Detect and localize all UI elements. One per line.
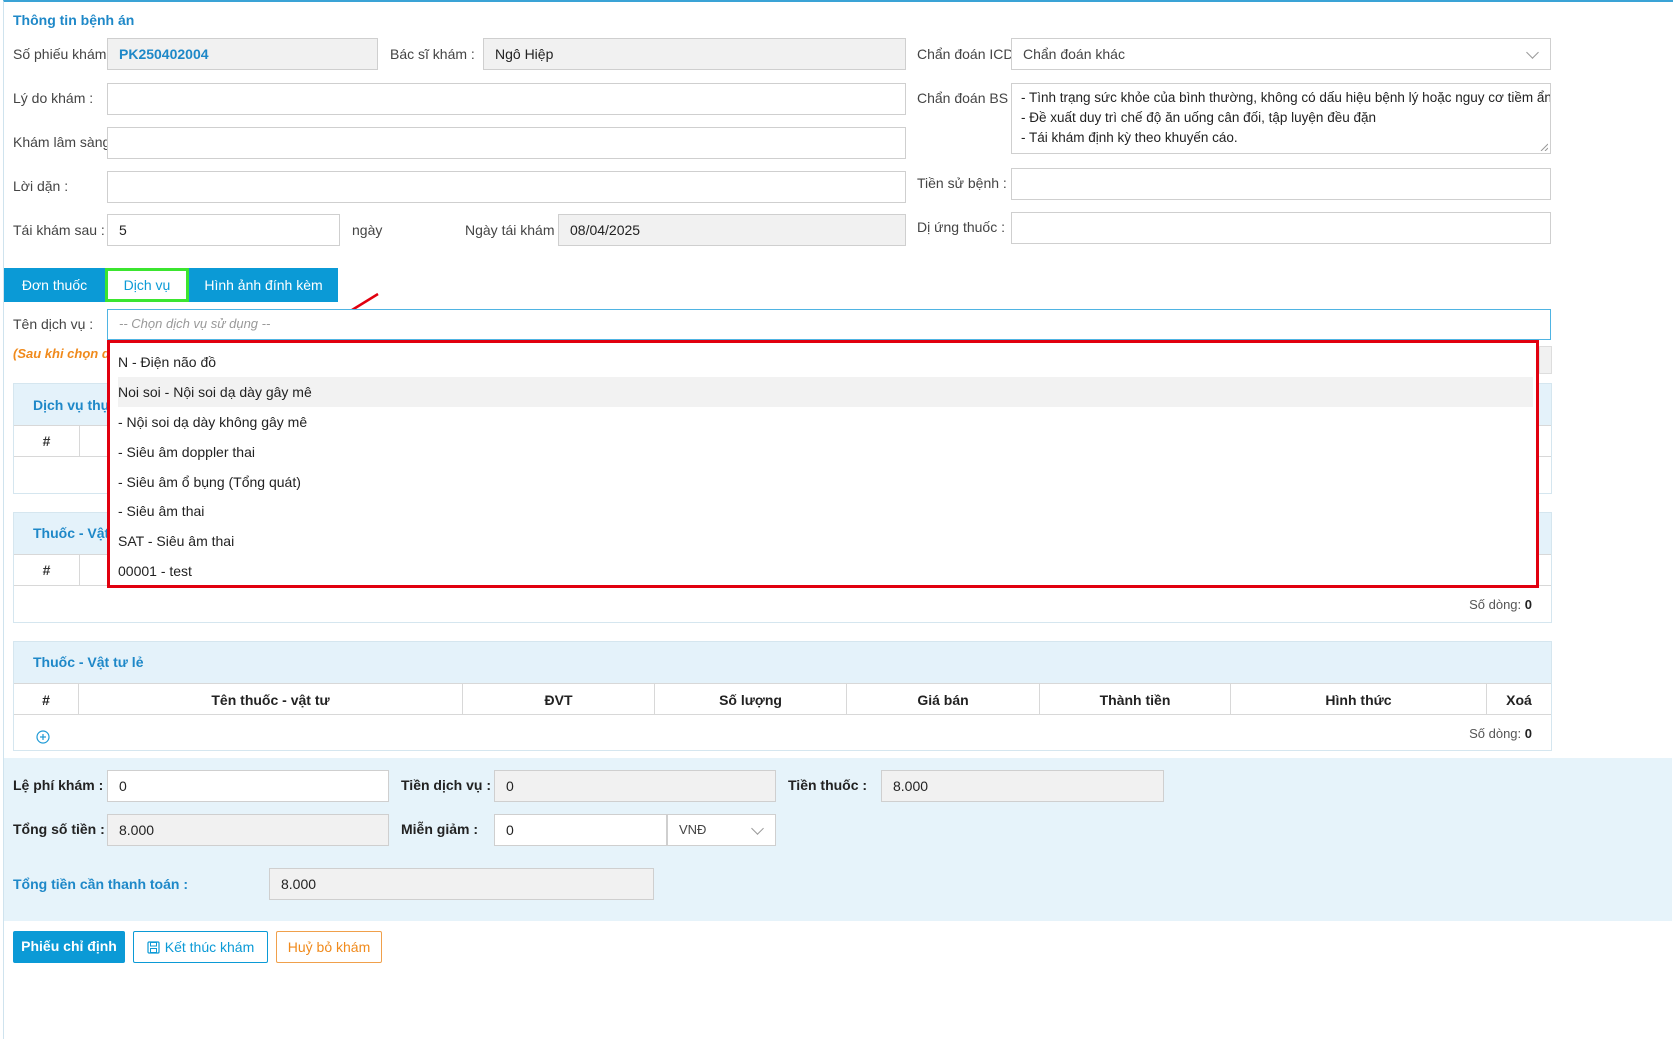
tien-su-label: Tiền sử bệnh : [917,175,1007,191]
col-gia-ban: Giá bán [847,684,1040,714]
tien-dv-field[interactable]: 0 [494,770,776,802]
ket-thuc-label: Kết thúc khám [164,939,255,955]
mien-giam-input[interactable]: 0 [494,814,667,846]
so-phieu-field[interactable]: PK250402004 [107,38,378,70]
tai-kham-label: Tái khám sau : [13,222,105,238]
service-search-input[interactable]: -- Chọn dịch vụ sử dụng -- [107,309,1551,340]
thuoc-vattu-panel-title: Thuốc - Vật [33,525,110,541]
resize-handle-icon[interactable] [1540,143,1548,151]
ngay-tai-kham-label: Ngày tái khám : [465,222,563,238]
currency-value: VNĐ [679,822,707,837]
ngay-tai-kham-field[interactable]: 08/04/2025 [558,214,906,246]
col-so-luong: Số lượng [655,684,847,714]
service-option[interactable]: SAT - Siêu âm thai [118,526,1533,556]
chan-doan-icd-select[interactable]: Chẩn đoán khác [1011,38,1551,70]
di-ung-input[interactable] [1011,212,1551,244]
thuoc-vattu-row-count: Số dòng: 0 [1469,597,1532,612]
so-dong-label: Số dòng: [1469,597,1522,612]
service-option[interactable]: - Siêu âm doppler thai [118,437,1533,467]
chan-doan-bs-label: Chẩn đoán BS : [917,90,1016,106]
di-ung-label: Dị ứng thuốc : [917,219,1005,235]
thuoc-le-grid-head: # Tên thuốc - vật tư ĐVT Số lượng Giá bá… [14,683,1551,715]
service-option[interactable]: - Nội soi dạ dày không gây mê [118,407,1533,437]
bac-si-field[interactable]: Ngô Hiệp [483,38,906,70]
service-label: Tên dịch vụ : [13,316,94,332]
add-row-icon[interactable] [36,730,50,744]
service-option[interactable]: 00001 - test [118,556,1533,586]
service-option[interactable]: - Siêu âm thai [118,496,1533,526]
phieu-chi-dinh-button[interactable]: Phiếu chỉ định [13,931,125,963]
chan-doan-bs-textarea[interactable]: - Tình trạng sức khỏe của bình thường, k… [1011,83,1551,154]
col-dvt: ĐVT [463,684,655,714]
service-dropdown: N - Điện não đồ Noi soi - Nội soi dạ dày… [107,340,1539,588]
tong-so-label: Tổng số tiền : [13,821,105,837]
loi-dan-input[interactable] [107,171,906,203]
col-ten-thuoc: Tên thuốc - vật tư [79,684,463,714]
so-phieu-label: Số phiếu khám : [13,46,115,62]
chan-doan-icd-value: Chẩn đoán khác [1023,46,1125,62]
currency-select[interactable]: VNĐ [667,814,776,846]
col-hinh-thuc: Hình thức [1231,684,1487,714]
section-title: Thông tin bệnh án [13,12,135,28]
tien-thuoc-label: Tiền thuốc : [788,777,868,793]
tai-kham-input[interactable]: 5 [107,214,340,246]
thuoc-le-row-count: Số dòng: 0 [1469,726,1532,741]
can-tt-label: Tổng tiền cần thanh toán : [13,876,188,892]
col-hash: # [14,684,79,714]
tab-dich-vu[interactable]: Dịch vụ [105,268,189,302]
thuoc-le-panel-head [14,642,1551,683]
thuoc-le-panel: Thuốc - Vật tư lẻ # Tên thuốc - vật tư Đ… [13,641,1552,751]
le-phi-input[interactable]: 0 [107,770,389,802]
chevron-down-icon [1526,46,1539,59]
thuoc-vattu-col-hash: # [14,555,80,585]
ngay-unit: ngày [352,222,383,238]
chan-doan-bs-line-2: - Đề xuất duy trì chế độ ăn uống cân đối… [1021,110,1376,125]
thuoc-le-panel-title: Thuốc - Vật tư lẻ [33,654,144,670]
ly-do-label: Lý do khám : [13,90,94,106]
tab-hinh-anh[interactable]: Hình ảnh đính kèm [189,268,338,302]
loi-dan-label: Lời dặn : [13,178,69,194]
chan-doan-bs-line-1: - Tình trạng sức khỏe của bình thường, k… [1021,90,1551,105]
huy-bo-button[interactable]: Huỷ bỏ khám [276,931,382,963]
dich-vu-panel-title: Dịch vụ thực [33,397,119,413]
service-option-highlighted[interactable]: Noi soi - Nội soi dạ dày gây mê [118,377,1533,407]
ly-do-input[interactable] [107,83,906,115]
chan-doan-icd-label: Chẩn đoán ICD : [917,46,1022,62]
save-icon [147,941,160,954]
so-dong-value: 0 [1524,597,1532,612]
le-phi-label: Lệ phí khám : [13,777,104,793]
thuoc-le-so-dong-value: 0 [1524,726,1532,741]
tab-don-thuoc[interactable]: Đơn thuốc [4,268,105,302]
service-option[interactable]: N - Điện não đồ [118,347,1533,377]
col-xoa: Xoá [1506,692,1532,708]
chan-doan-bs-line-3: - Tái khám định kỳ theo khuyến cáo. [1021,130,1238,145]
service-note: (Sau khi chọn dị [13,346,114,361]
service-option[interactable]: - Siêu âm ổ bụng (Tổng quát) [118,467,1533,497]
hidden-field-edge [1539,346,1552,374]
tien-thuoc-field[interactable]: 8.000 [881,770,1164,802]
can-tt-field[interactable]: 8.000 [269,868,654,900]
tong-so-field[interactable]: 8.000 [107,814,389,846]
dich-vu-col-hash: # [14,426,80,456]
thuoc-le-so-dong-label: Số dòng: [1469,726,1522,741]
chevron-down-icon [751,822,764,835]
ket-thuc-button[interactable]: Kết thúc khám [133,931,268,963]
kham-ls-label: Khám lâm sàng : [13,134,119,150]
mien-giam-label: Miễn giảm : [401,821,479,837]
tien-dv-label: Tiền dịch vụ : [401,777,491,793]
kham-ls-input[interactable] [107,127,906,159]
col-thanh-tien: Thành tiền [1040,684,1231,714]
bac-si-label: Bác sĩ khám : [390,46,475,62]
tien-su-input[interactable] [1011,168,1551,200]
